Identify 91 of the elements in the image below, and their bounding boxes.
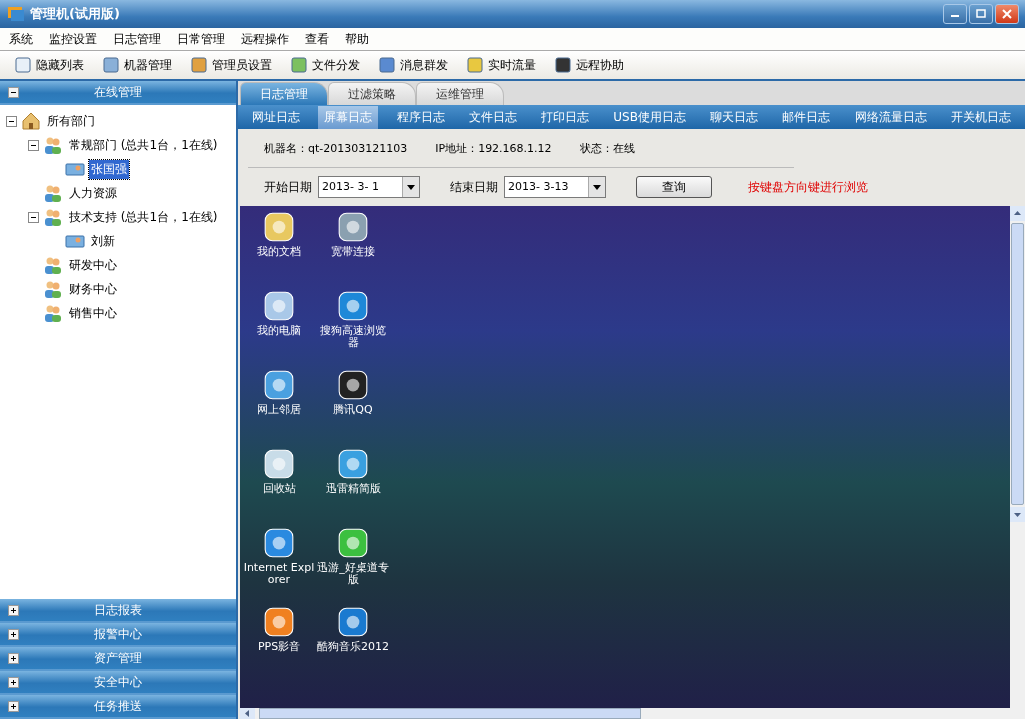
tree-item[interactable]: 研发中心 [67, 255, 119, 275]
tree-item[interactable]: 所有部门 [45, 111, 97, 131]
close-icon [1002, 9, 1012, 19]
panel-title: 在线管理 [92, 83, 143, 101]
menu-item[interactable]: 日常管理 [177, 30, 225, 48]
panel-title: 日志报表 [92, 601, 143, 619]
expand-icon [8, 700, 19, 712]
tab[interactable]: 运维管理 [416, 82, 504, 105]
desktop-icon-label[interactable]: 我的电脑 [243, 325, 315, 337]
tree-item[interactable]: 张国强 [89, 159, 129, 179]
field-label: 开始日期 [264, 178, 312, 196]
tab[interactable]: 开关机日志 [944, 105, 1017, 129]
desktop-icon-label[interactable]: Internet Explorer [243, 562, 315, 586]
desktop-icon-label[interactable]: PPS影音 [243, 641, 315, 653]
expand-icon [8, 604, 19, 616]
ip-address: IP地址：192.168.1.12 [435, 140, 552, 156]
toolbar-button[interactable]: 消息群发 [372, 54, 454, 76]
tree-item[interactable]: 人力资源 [67, 183, 119, 203]
tree-item[interactable]: 常规部门 (总共1台，1在线) [67, 135, 220, 155]
collapse-toggle[interactable] [6, 115, 17, 127]
menu-item[interactable]: 监控设置 [49, 30, 97, 48]
panel-header[interactable]: 任务推送 [0, 695, 236, 719]
close-button[interactable] [995, 4, 1019, 24]
tree-item[interactable]: 技术支持 (总共1台，1在线) [67, 207, 220, 227]
tree-item[interactable]: 销售中心 [67, 303, 119, 323]
menu-item[interactable]: 系统 [9, 30, 33, 48]
toolbar-button[interactable]: 管理员设置 [184, 54, 278, 76]
house-icon [21, 111, 41, 131]
desktop-icon-label[interactable]: 腾讯QQ [317, 404, 389, 416]
scroll-left-icon[interactable] [240, 708, 255, 719]
desktop-icon-label[interactable]: 我的文档 [243, 246, 315, 258]
panel-title: 任务推送 [92, 697, 143, 715]
desktop-icon-label[interactable]: 回收站 [243, 483, 315, 495]
query-button[interactable]: 查询 [636, 176, 712, 198]
toolbar-button[interactable]: 实时流量 [460, 54, 542, 76]
expand-icon [8, 652, 19, 664]
toolbar-button[interactable]: 文件分发 [284, 54, 366, 76]
vertical-scrollbar[interactable] [1010, 206, 1025, 708]
tab[interactable]: 网址日志 [246, 105, 307, 129]
desktop-icon-label[interactable]: 酷狗音乐2012 [317, 641, 389, 653]
expand-icon [8, 676, 19, 688]
panel-header[interactable]: 报警中心 [0, 623, 236, 647]
tab[interactable]: 程序日志 [390, 105, 451, 129]
caret-icon [593, 184, 601, 190]
panel-header[interactable]: 安全中心 [0, 671, 236, 695]
field-label: 结束日期 [450, 178, 498, 196]
toolbar-button[interactable]: 隐藏列表 [8, 54, 90, 76]
tab[interactable]: 打印日志 [535, 105, 596, 129]
panel-header[interactable]: 日志报表 [0, 599, 236, 623]
toolbar-button[interactable]: 远程协助 [548, 54, 630, 76]
tab[interactable]: 过滤策略 [328, 82, 416, 105]
minimize-button[interactable] [943, 4, 967, 24]
panel-title: 报警中心 [92, 625, 143, 643]
desktop-icon-label[interactable]: 宽带连接 [317, 246, 389, 258]
menu-item[interactable]: 查看 [305, 30, 329, 48]
tab[interactable]: 邮件日志 [776, 105, 837, 129]
status-text: 状态：在线 [579, 140, 635, 156]
horizontal-scrollbar[interactable] [240, 708, 1025, 719]
panel-header[interactable]: 在线管理 [0, 81, 236, 105]
menu-item[interactable]: 帮助 [345, 30, 369, 48]
tab[interactable]: 网络流量日志 [848, 105, 933, 129]
panel-title: 安全中心 [92, 673, 143, 691]
desktop-icon-label[interactable]: 网上邻居 [243, 404, 315, 416]
expand-icon [8, 628, 19, 640]
maximize-icon [976, 9, 986, 19]
collapse-toggle[interactable] [28, 211, 39, 223]
hint-text: 按键盘方向键进行浏览 [748, 178, 868, 196]
machine-name: 机器名：qt-201303121103 [264, 140, 408, 156]
tab[interactable]: 聊天日志 [704, 105, 765, 129]
collapse-icon [8, 86, 19, 98]
desktop-icon-label[interactable]: 迅游_好桌道专版 [317, 562, 389, 586]
menu-item[interactable]: 日志管理 [113, 30, 161, 48]
tree-item[interactable]: 刘新 [89, 231, 117, 251]
scroll-down-icon[interactable] [1010, 507, 1025, 522]
desktop-icon-label[interactable]: 搜狗高速浏览器 [317, 325, 389, 349]
desktop-icon-label[interactable]: 迅雷精简版 [317, 483, 389, 495]
panel-title: 资产管理 [92, 649, 143, 667]
collapse-toggle[interactable] [28, 139, 39, 151]
date-field[interactable]: 2013- 3-13 [504, 176, 606, 198]
tree-item[interactable]: 财务中心 [67, 279, 119, 299]
tab[interactable]: 文件日志 [462, 105, 523, 129]
scroll-up-icon[interactable] [1010, 206, 1025, 221]
window-title: 管理机(试用版) [30, 5, 120, 23]
maximize-button[interactable] [969, 4, 993, 24]
tab[interactable]: USB使用日志 [607, 105, 692, 129]
panel-header[interactable]: 资产管理 [0, 647, 236, 671]
caret-icon [407, 184, 415, 190]
app-icon [6, 4, 26, 24]
menu-item[interactable]: 远程操作 [241, 30, 289, 48]
date-field[interactable]: 2013- 3- 1 [318, 176, 420, 198]
toolbar-button[interactable]: 机器管理 [96, 54, 178, 76]
